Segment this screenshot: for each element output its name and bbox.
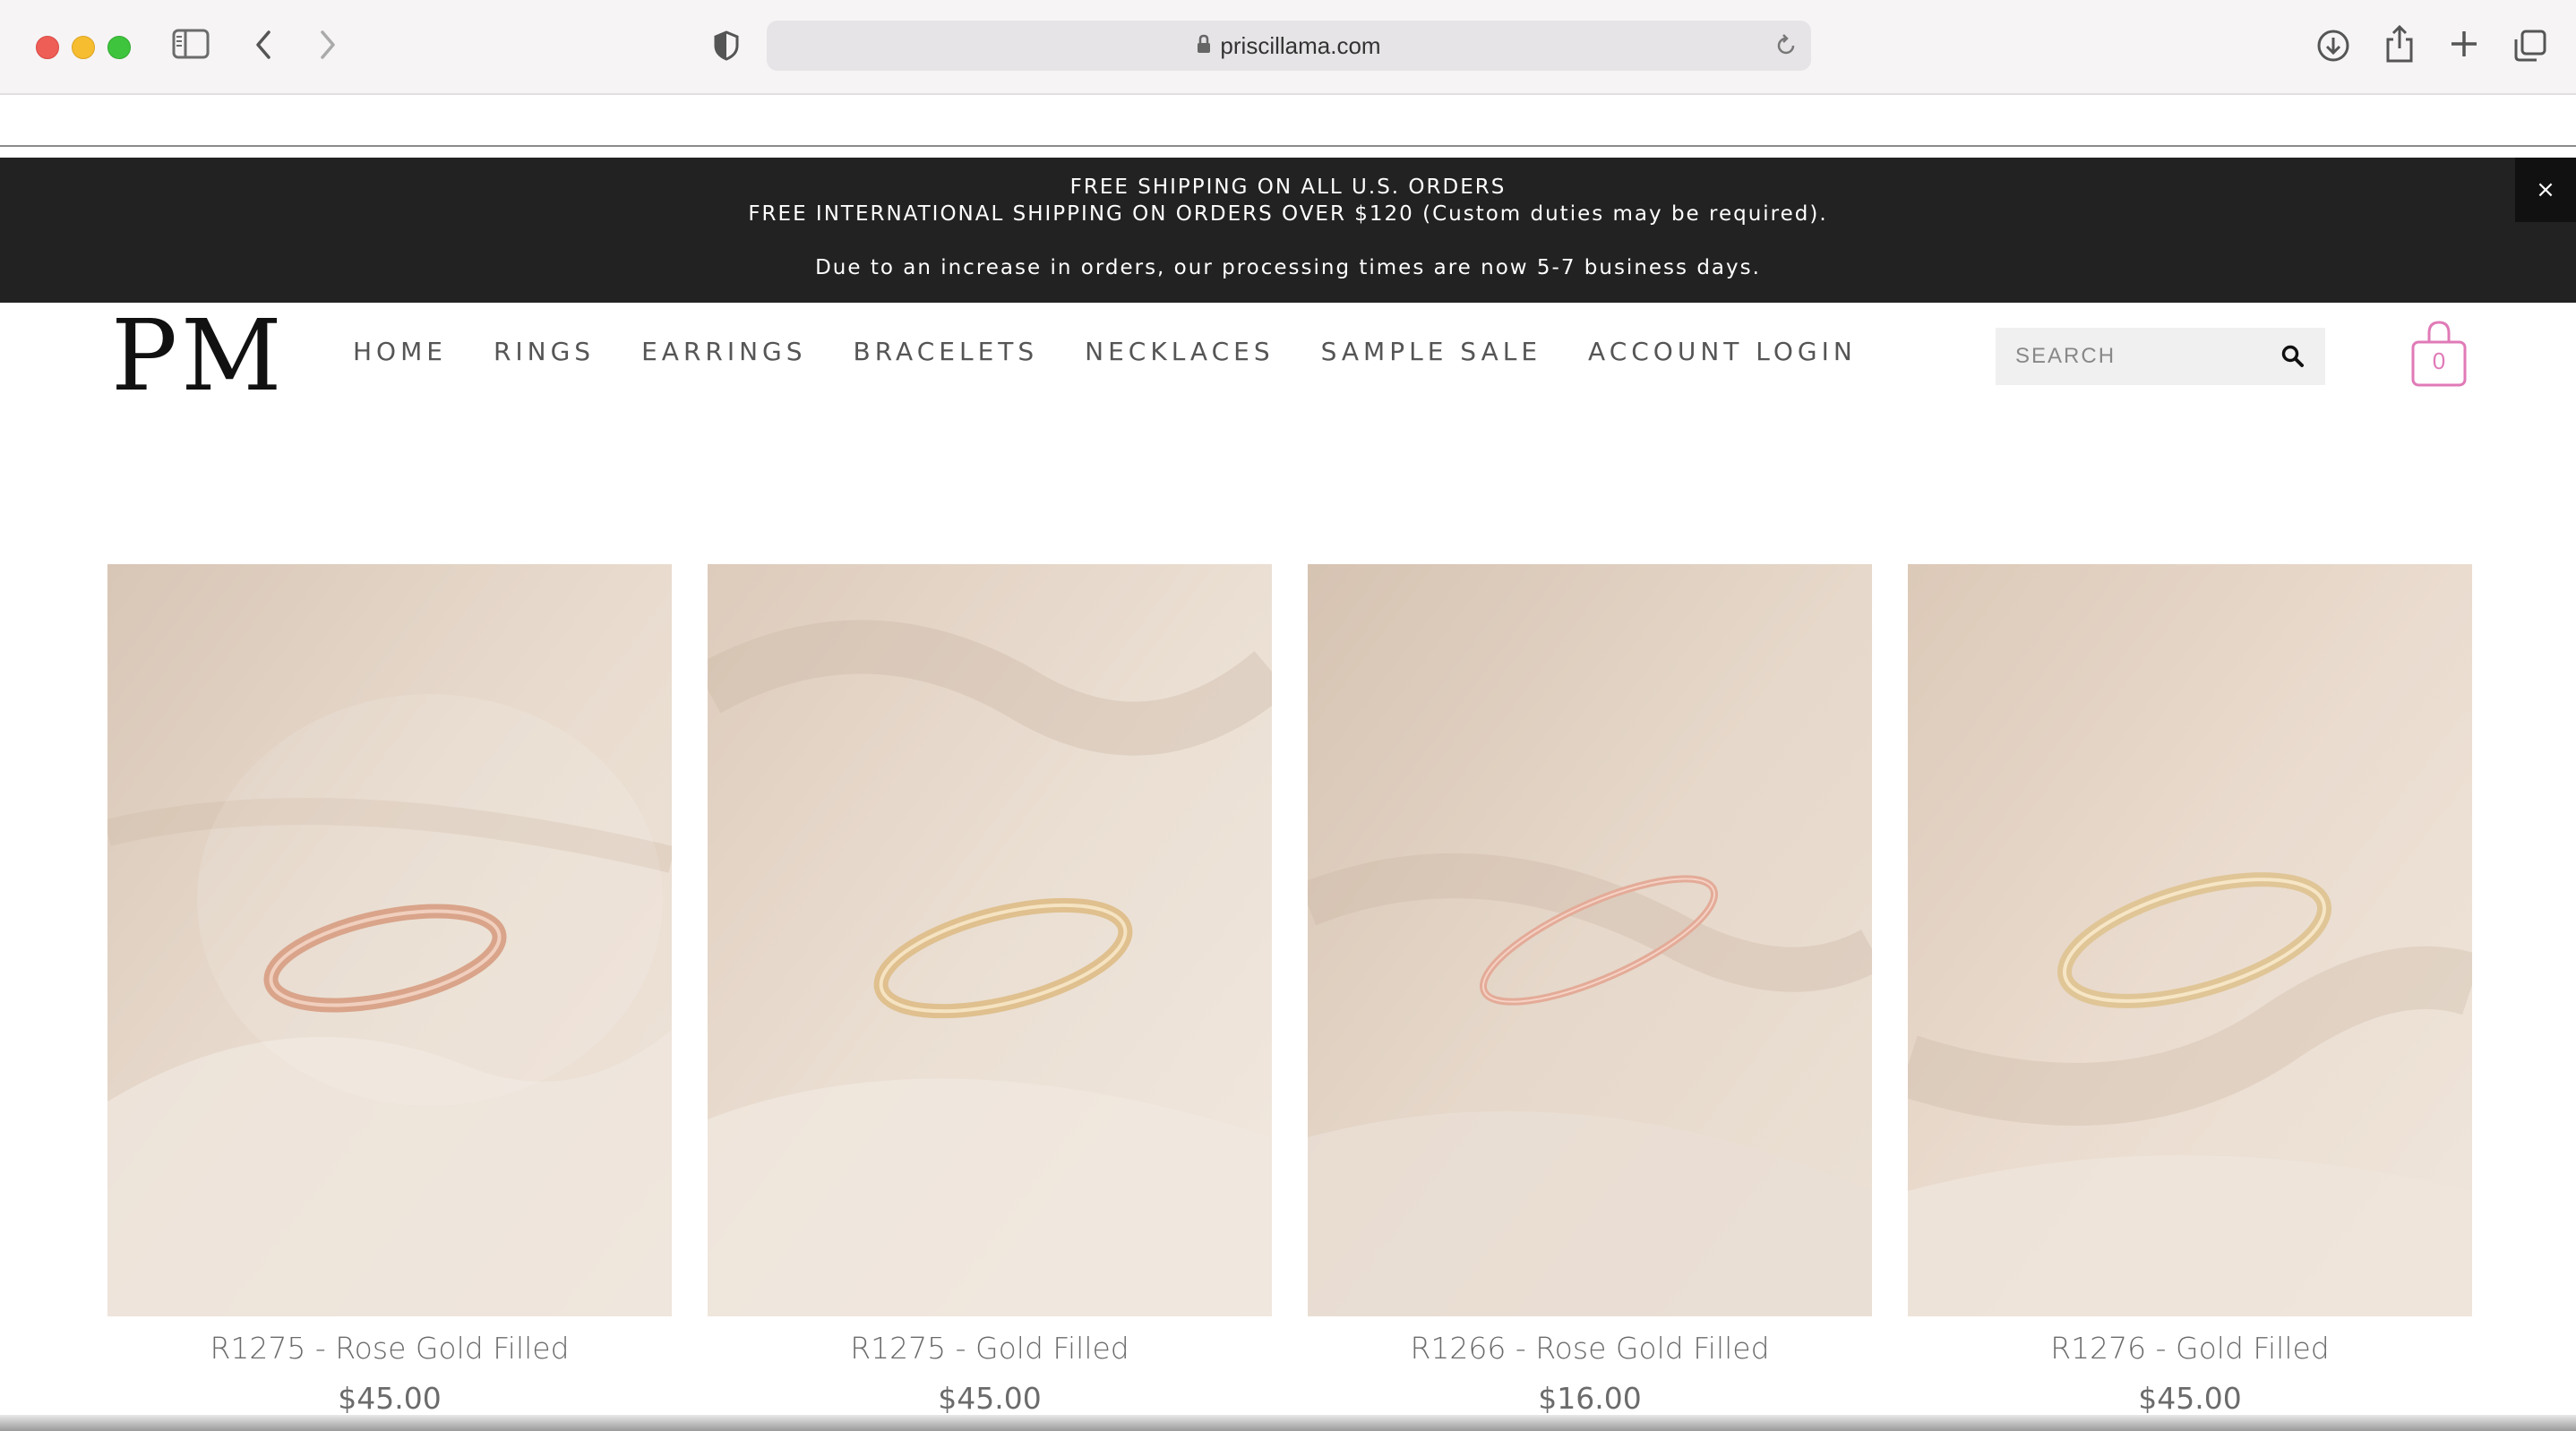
nav-home[interactable]: HOME <box>353 337 447 366</box>
tab-overview-icon[interactable] <box>2513 29 2547 63</box>
product-name[interactable]: R1266 - Rose Gold Filled <box>1308 1331 1872 1366</box>
product-image[interactable] <box>1908 564 2472 1316</box>
nav-bracelets[interactable]: BRACELETS <box>854 337 1039 366</box>
announcement-bar: FREE SHIPPING ON ALL U.S. ORDERS FREE IN… <box>0 158 2576 303</box>
page-top-strip <box>0 95 2576 147</box>
close-announcement-button[interactable]: × <box>2515 158 2576 222</box>
product-name[interactable]: R1275 - Gold Filled <box>708 1331 1272 1366</box>
product-image[interactable] <box>708 564 1272 1316</box>
back-icon[interactable] <box>253 29 274 61</box>
cart-count: 0 <box>2432 347 2446 374</box>
product-price: $45.00 <box>2138 1381 2242 1416</box>
main-nav: HOME RINGS EARRINGS BRACELETS NECKLACES … <box>353 337 1903 366</box>
nav-rings[interactable]: RINGS <box>494 337 595 366</box>
product-card[interactable]: R1275 - Gold Filled $45.00 <box>708 564 1272 1416</box>
privacy-shield-icon[interactable] <box>713 30 740 61</box>
product-name[interactable]: R1275 - Rose Gold Filled <box>107 1331 672 1366</box>
search-input[interactable]: SEARCH <box>2015 328 2116 385</box>
close-window-button[interactable] <box>36 36 59 59</box>
product-price: $16.00 <box>1538 1381 1642 1416</box>
search-icon[interactable] <box>2280 344 2306 373</box>
reload-icon[interactable] <box>1773 33 1799 58</box>
nav-earrings[interactable]: EARRINGS <box>641 337 806 366</box>
share-icon[interactable] <box>2384 25 2415 63</box>
product-card[interactable]: R1266 - Rose Gold Filled $16.00 <box>1308 564 1872 1416</box>
forward-icon[interactable] <box>317 29 339 61</box>
announcement-line-3: Due to an increase in orders, our proces… <box>815 256 1761 279</box>
new-tab-icon[interactable] <box>2449 29 2479 59</box>
sidebar-toggle-icon[interactable] <box>172 29 210 59</box>
nav-sample-sale[interactable]: SAMPLE SALE <box>1321 337 1541 366</box>
browser-toolbar: priscillama.com <box>0 0 2576 95</box>
product-price: $45.00 <box>938 1381 1042 1416</box>
nav-necklaces[interactable]: NECKLACES <box>1085 337 1274 366</box>
nav-account-login[interactable]: ACCOUNT LOGIN <box>1588 337 1857 366</box>
product-card[interactable]: R1276 - Gold Filled $45.00 <box>1908 564 2472 1416</box>
minimize-window-button[interactable] <box>72 36 95 59</box>
url-text: priscillama.com <box>1220 32 1381 59</box>
search-box: SEARCH <box>1996 328 2325 385</box>
product-image[interactable] <box>107 564 672 1316</box>
maximize-window-button[interactable] <box>107 36 131 59</box>
lock-icon <box>1197 21 1211 71</box>
cart-button[interactable]: 0 <box>2409 319 2469 389</box>
site-logo[interactable]: PM <box>111 304 286 407</box>
product-price: $45.00 <box>338 1381 442 1416</box>
announcement-line-2: FREE INTERNATIONAL SHIPPING ON ORDERS OV… <box>748 202 1828 226</box>
downloads-icon[interactable] <box>2316 29 2350 63</box>
product-card[interactable]: R1275 - Rose Gold Filled $45.00 <box>107 564 672 1416</box>
address-bar[interactable]: priscillama.com <box>767 21 1811 71</box>
product-name[interactable]: R1276 - Gold Filled <box>1908 1331 2472 1366</box>
product-image[interactable] <box>1308 564 1872 1316</box>
window-bottom-edge <box>0 1415 2576 1431</box>
announcement-line-1: FREE SHIPPING ON ALL U.S. ORDERS <box>1069 176 1507 199</box>
